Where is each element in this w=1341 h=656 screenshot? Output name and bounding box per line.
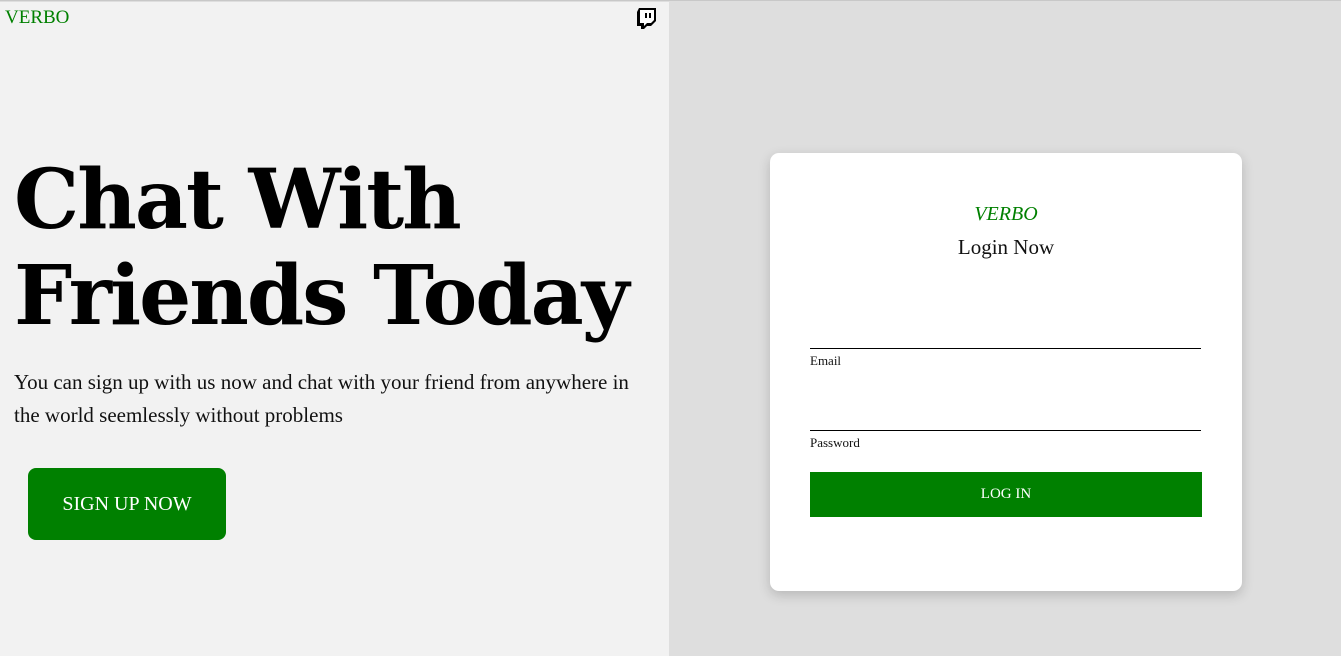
brand-logo[interactable]: VERBO: [5, 7, 69, 29]
hero-title: Chat With Friends Today: [14, 152, 629, 344]
sign-up-button[interactable]: SIGN UP NOW: [28, 468, 226, 540]
login-title: Login Now: [957, 235, 1055, 259]
card-brand: VERBO: [974, 203, 1038, 225]
twitch-icon[interactable]: [637, 8, 656, 29]
page-frame: VERBO Chat With Friends Today You can si…: [0, 0, 1341, 656]
password-label: Password: [810, 435, 860, 450]
log-in-button[interactable]: LOG IN: [810, 472, 1202, 517]
hero-panel: VERBO Chat With Friends Today You can si…: [0, 2, 669, 656]
hero-subtitle: You can sign up with us now and chat wit…: [14, 370, 629, 427]
email-input[interactable]: [810, 321, 1201, 349]
login-card: VERBO Login Now Email Password LOG IN: [770, 153, 1242, 591]
email-label: Email: [810, 353, 842, 368]
password-field-group: Password: [810, 403, 1201, 451]
password-input[interactable]: [810, 403, 1201, 431]
email-field-group: Email: [810, 321, 1201, 369]
